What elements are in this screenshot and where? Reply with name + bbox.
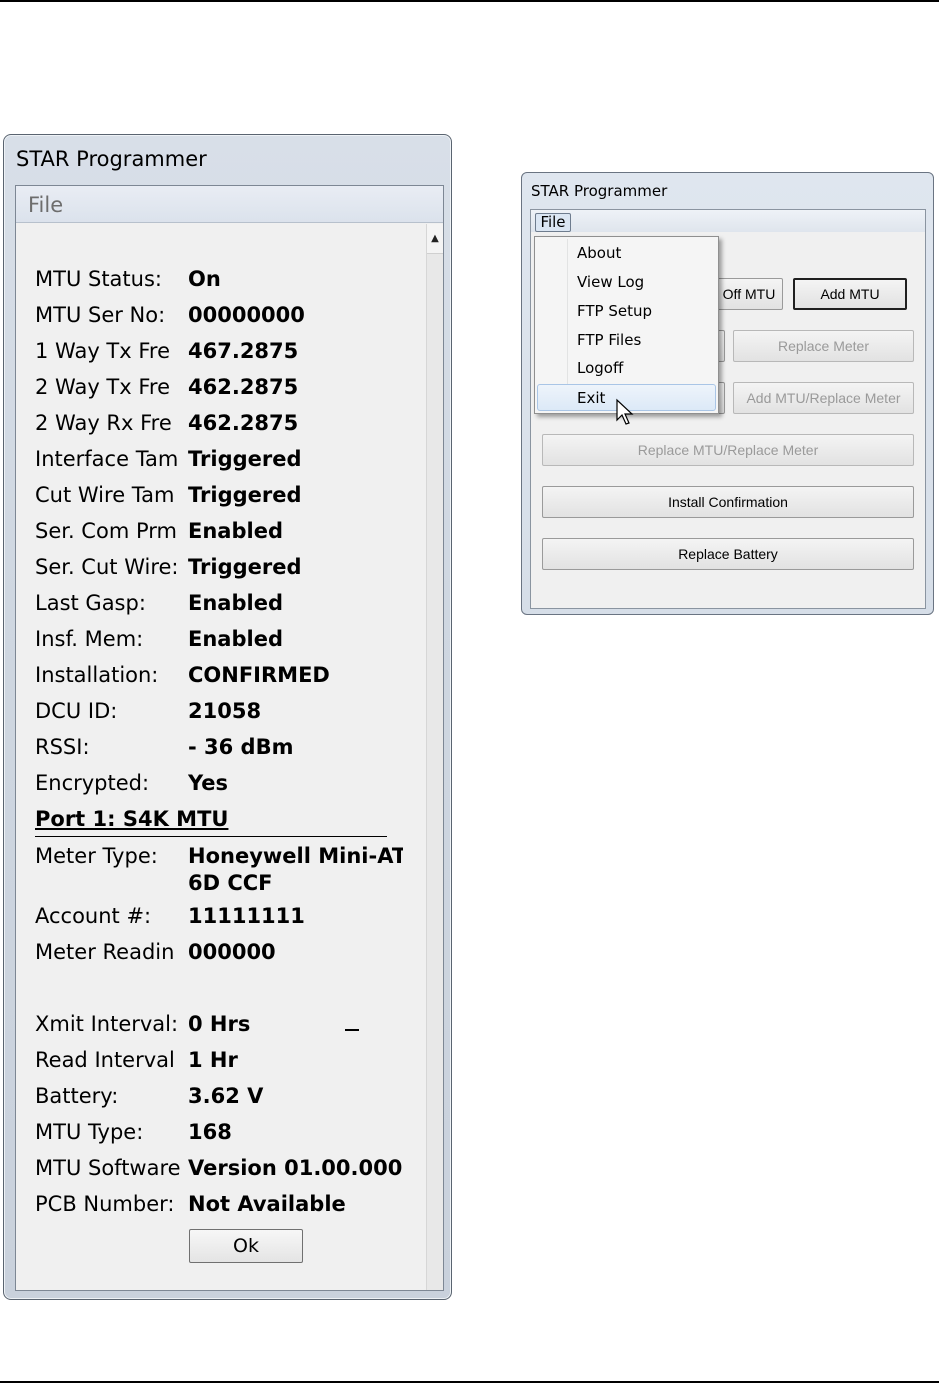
vertical-scrollbar[interactable]: ▲ — [426, 224, 443, 1290]
info-label: 2 Way Tx Fre — [35, 375, 171, 399]
install-confirmation-button[interactable]: Install Confirmation — [542, 486, 914, 518]
info-label: Meter Type: — [35, 844, 158, 868]
ok-button[interactable]: Ok — [189, 1229, 303, 1263]
info-value: On — [188, 267, 221, 291]
window-title: STAR Programmer — [531, 182, 668, 200]
add-mtu-button[interactable]: Add MTU — [793, 278, 907, 310]
info-value: Enabled — [188, 627, 283, 651]
info-value: Not Available — [188, 1192, 346, 1216]
info-value: Triggered — [188, 447, 302, 471]
info-label: MTU Status: — [35, 267, 162, 291]
info-label: MTU Ser No: — [35, 303, 166, 327]
info-label: Insf. Mem: — [35, 627, 144, 651]
info-label: DCU ID: — [35, 699, 118, 723]
info-label: Account #: — [35, 904, 152, 928]
info-value: Triggered — [188, 483, 302, 507]
menu-file[interactable]: File — [535, 213, 571, 232]
info-label: Xmit Interval: — [35, 1012, 179, 1036]
info-value-continued: 6D CCF — [188, 871, 273, 895]
file-dropdown-menu: About View Log FTP Setup FTP Files Logof… — [534, 236, 719, 414]
window-client-area: File ▲ MTU Status: On MTU Ser No: 000000… — [15, 185, 444, 1291]
replace-mtu-replace-meter-button[interactable]: Replace MTU/Replace Meter — [542, 434, 914, 466]
info-value: Enabled — [188, 591, 283, 615]
scroll-up-arrow-icon[interactable]: ▲ — [427, 224, 443, 254]
info-label: Encrypted: — [35, 771, 150, 795]
info-label: 2 Way Rx Fre — [35, 411, 172, 435]
info-label: MTU Type: — [35, 1120, 144, 1144]
info-value: 0 Hrs — [188, 1012, 251, 1036]
info-value: Honeywell Mini-AT — [188, 844, 403, 868]
menu-item-logoff[interactable]: Logoff — [537, 355, 716, 382]
info-value: Enabled — [188, 519, 283, 543]
window-title: STAR Programmer — [16, 147, 207, 171]
menu-item-label: FTP Setup — [577, 302, 652, 320]
info-label: Ser. Com Prm — [35, 519, 177, 543]
info-value: 1 Hr — [188, 1048, 238, 1072]
info-label: Installation: — [35, 663, 159, 687]
info-value: 00000000 — [188, 303, 305, 327]
info-label: MTU Software — [35, 1156, 181, 1180]
info-label: 1 Way Tx Fre — [35, 339, 171, 363]
info-label: RSSI: — [35, 735, 90, 759]
menu-item-label: Logoff — [577, 359, 624, 377]
replace-battery-button[interactable]: Replace Battery — [542, 538, 914, 570]
menu-item-label: FTP Files — [577, 331, 642, 349]
port-header: Port 1: S4K MTU — [35, 807, 387, 837]
menu-file[interactable]: File — [28, 193, 63, 217]
info-value: 000000 — [188, 940, 276, 964]
info-value: - 36 dBm — [188, 735, 294, 759]
info-label: Last Gasp: — [35, 591, 146, 615]
info-value: 11111111 — [188, 904, 305, 928]
mtu-info-window: STAR Programmer File ▲ MTU Status: On MT… — [3, 134, 452, 1300]
menu-item-about[interactable]: About — [537, 240, 716, 267]
menu-item-ftp-setup[interactable]: FTP Setup — [537, 298, 716, 325]
page-top-rule — [0, 0, 939, 2]
menu-bar: File — [16, 186, 443, 223]
info-value: Triggered — [188, 555, 302, 579]
info-value: 21058 — [188, 699, 262, 723]
menu-bar: File — [531, 210, 925, 232]
info-value: 168 — [188, 1120, 232, 1144]
menu-item-label: View Log — [577, 273, 645, 291]
menu-item-view-log[interactable]: View Log — [537, 269, 716, 296]
port-header-text: Port 1: S4K MTU — [35, 807, 229, 831]
info-value: CONFIRMED — [188, 663, 330, 687]
info-label: Meter Readin — [35, 940, 175, 964]
turn-off-mtu-button[interactable]: Off MTU — [715, 278, 783, 310]
info-label: Read Interval — [35, 1048, 175, 1072]
menu-item-label: Exit — [577, 389, 606, 407]
info-label: Cut Wire Tam — [35, 483, 175, 507]
add-mtu-replace-meter-button[interactable]: Add MTU/Replace Meter — [733, 382, 914, 414]
info-value: Version 01.00.000 — [188, 1156, 403, 1180]
mouse-cursor-icon — [616, 398, 634, 425]
info-value: 462.2875 — [188, 375, 299, 399]
info-value: 467.2875 — [188, 339, 299, 363]
replace-meter-button[interactable]: Replace Meter — [733, 330, 914, 362]
info-value: 462.2875 — [188, 411, 299, 435]
info-label: Interface Tam — [35, 447, 179, 471]
menu-item-ftp-files[interactable]: FTP Files — [537, 327, 716, 354]
info-label: Ser. Cut Wire: — [35, 555, 179, 579]
info-label: Battery: — [35, 1084, 119, 1108]
info-label: PCB Number: — [35, 1192, 175, 1216]
menu-item-label: About — [577, 244, 622, 262]
info-value: 3.62 V — [188, 1084, 264, 1108]
info-value: Yes — [188, 771, 229, 795]
